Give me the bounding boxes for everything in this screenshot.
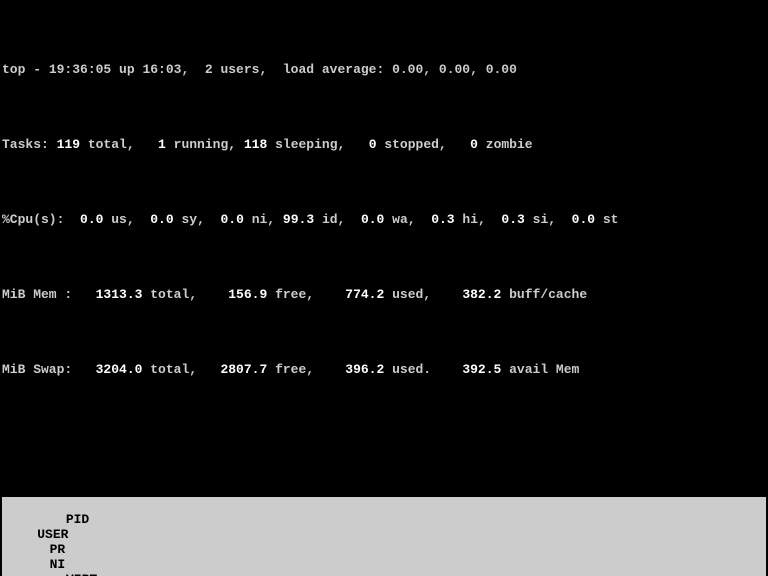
summary-swap: MiB Swap: 3204.0 total, 2807.7 free, 396…	[2, 362, 766, 377]
col-virt: VIRT	[33, 572, 97, 576]
terminal-screen[interactable]: top - 19:36:05 up 16:03, 2 users, load a…	[0, 0, 768, 576]
col-user: USER	[33, 527, 109, 542]
blank-line	[2, 422, 766, 437]
summary-tasks: Tasks: 119 total, 1 running, 118 sleepin…	[2, 137, 766, 152]
summary-mem: MiB Mem : 1313.3 total, 156.9 free, 774.…	[2, 287, 766, 302]
summary-uptime: top - 19:36:05 up 16:03, 2 users, load a…	[2, 62, 766, 77]
col-pr: PR	[33, 542, 65, 557]
process-header-row: PID USER PR NI VIRT RES SHR S %CPU %MEM …	[2, 497, 766, 576]
summary-cpu: %Cpu(s): 0.0 us, 0.0 sy, 0.0 ni, 99.3 id…	[2, 212, 766, 227]
col-ni: NI	[33, 557, 65, 572]
col-pid: PID	[33, 512, 89, 527]
